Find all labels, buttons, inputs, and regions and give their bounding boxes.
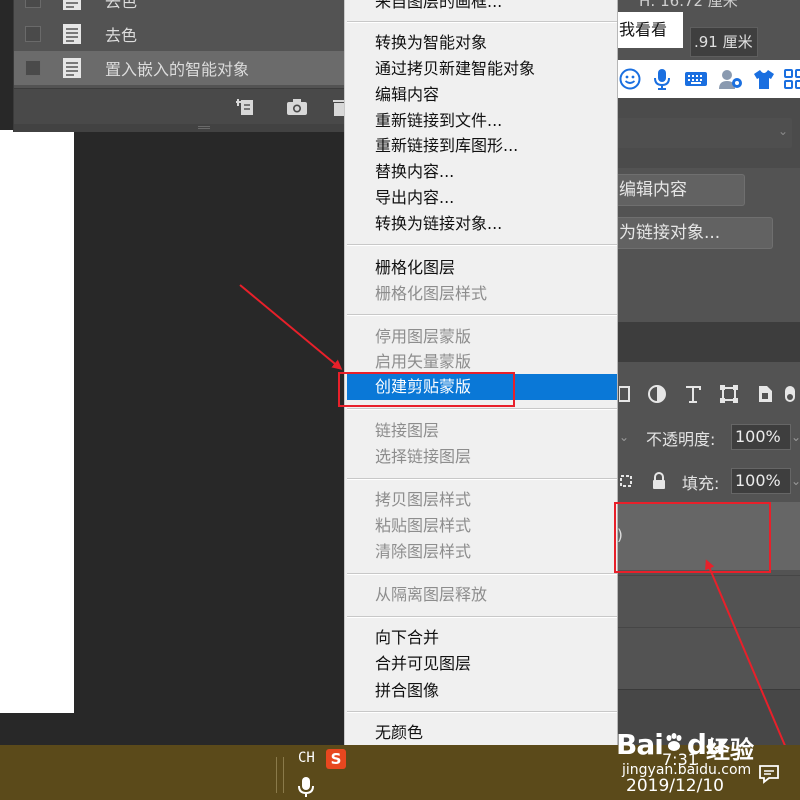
fill-chevron-icon[interactable]: ⌄ [791,468,800,494]
emoji-icon[interactable] [619,68,641,90]
ime-toolbar [617,60,800,98]
dimension-field[interactable]: .91 厘米 [690,27,758,57]
history-item-selected[interactable]: 置入嵌入的智能对象 [14,51,346,85]
menu-separator [347,21,617,23]
type-filter-icon[interactable] [683,384,703,404]
sogou-ime-icon[interactable]: S [326,749,346,769]
new-document-from-state-icon[interactable] [236,97,258,117]
highlight-box-clipping-mask [338,372,515,407]
microphone-icon[interactable] [651,68,673,90]
menu-item-release-from-isolation[interactable]: 从隔离图层释放 [347,582,617,608]
menu-item-no-color[interactable]: 无颜色 [347,720,617,746]
menu-item-convert-to-linked[interactable]: 转换为链接对象... [347,211,617,237]
menu-item-disable-layer-mask[interactable]: 停用图层蒙版 [347,324,617,350]
chevron-down-icon: ⌄ [777,124,788,138]
adjustment-filter-icon[interactable] [647,384,667,404]
opacity-row: ⌄ 不透明度: 100% ⌄ [617,420,800,456]
fill-row: 填充: 100% ⌄ [617,464,800,500]
properties-dropdown[interactable]: ⌄ [617,118,792,148]
menu-item-flatten-image[interactable]: 拼合图像 [347,678,617,704]
menu-separator [347,408,617,410]
layers-filter-toolbar [617,362,800,412]
notification-center-icon[interactable] [758,763,780,785]
highlight-box-layer [614,502,771,573]
history-item[interactable]: 去色 [14,0,346,17]
microphone-icon[interactable] [298,776,314,798]
menu-item-export-contents[interactable]: 导出内容... [347,185,617,211]
menu-item-frame-from-layers[interactable]: 来自图层的画框... [347,0,617,15]
menu-item-convert-to-smart-object[interactable]: 转换为智能对象 [347,30,617,56]
taskbar-divider [276,757,277,793]
paw-icon [663,728,687,761]
shirt-icon[interactable] [753,68,775,90]
convert-to-linked-button[interactable]: 为链接对象... [617,217,773,249]
menu-item-rasterize-layer-style[interactable]: 栅格化图层样式 [347,281,617,307]
watermark-url: jingyan.baidu.com [622,762,752,778]
resize-grip-icon[interactable] [198,126,210,129]
menu-item-clear-layer-style[interactable]: 清除图层样式 [347,539,617,565]
fill-input[interactable]: 100% [731,468,791,494]
menu-item-rasterize-layer[interactable]: 栅格化图层 [347,255,617,281]
menu-item-new-smart-object-via-copy[interactable]: 通过拷贝新建智能对象 [347,56,617,82]
menu-separator [347,478,617,480]
menu-separator [347,573,617,575]
menu-separator [347,244,617,246]
image-filter-icon[interactable] [618,384,639,404]
watermark-cn: 经验 [706,736,754,764]
camera-snapshot-icon[interactable] [286,97,308,117]
menu-item-select-linked-layers[interactable]: 选择链接图层 [347,444,617,470]
menu-item-edit-contents[interactable]: 编辑内容 [347,82,617,108]
panel-resize-bar[interactable] [14,124,346,132]
history-item-label: 去色 [105,26,138,45]
menu-item-replace-contents[interactable]: 替换内容... [347,159,617,185]
taskbar-divider [283,757,284,793]
menu-separator [347,314,617,316]
menu-item-relink-to-library-graphic[interactable]: 重新链接到库图形... [347,133,617,159]
blend-mode-chevron-icon[interactable]: ⌄ [619,424,633,450]
document-state-icon [62,0,82,11]
document-state-icon [62,23,82,45]
history-checkbox[interactable] [25,26,41,42]
grid-icon[interactable] [783,68,800,90]
menu-item-relink-to-file[interactable]: 重新链接到文件... [347,108,617,134]
menu-item-paste-layer-style[interactable]: 粘贴图层样式 [347,513,617,539]
opacity-input[interactable]: 100% [731,424,791,450]
history-checkbox[interactable] [25,60,41,76]
filter-toggle-icon[interactable] [783,384,800,404]
smart-object-filter-icon[interactable] [755,384,775,404]
fill-label: 填充: [682,474,720,493]
menu-separator [347,616,617,618]
watermark-brand-part: Bai [616,728,664,761]
history-item-label: 置入嵌入的智能对象 [105,60,250,79]
history-toolbar [14,88,347,124]
opacity-label: 不透明度: [646,430,716,449]
document-image[interactable] [0,130,74,713]
history-item[interactable]: 去色 [14,17,346,51]
history-checkbox[interactable] [25,0,41,8]
lock-artboard-icon[interactable] [620,472,638,494]
history-panel: 去色 去色 置入嵌入的智能对象 [13,0,347,132]
shape-filter-icon[interactable] [719,384,739,404]
ime-mode-indicator[interactable]: CH [298,750,315,766]
keyboard-icon[interactable] [684,68,707,90]
menu-item-link-layers[interactable]: 链接图层 [347,418,617,444]
lock-all-icon[interactable] [651,472,667,494]
menu-item-copy-layer-style[interactable]: 拷贝图层样式 [347,487,617,513]
opacity-chevron-icon[interactable]: ⌄ [791,424,800,450]
layer-row[interactable] [617,575,800,627]
menu-item-merge-down[interactable]: 向下合并 [347,625,617,651]
user-gear-icon[interactable] [718,68,742,90]
edit-contents-button[interactable]: 编辑内容 [617,174,745,206]
menu-separator [347,711,617,713]
tooltip: 我看看 [617,12,683,48]
layer-row[interactable] [617,627,800,689]
history-item-label: 去色 [105,0,138,11]
clock-date[interactable]: 2019/12/10 [626,776,724,796]
panel-divider [617,322,800,362]
document-state-icon [62,57,82,79]
height-label: H: 16.72 厘米 [639,0,738,10]
menu-item-merge-visible[interactable]: 合并可见图层 [347,651,617,677]
